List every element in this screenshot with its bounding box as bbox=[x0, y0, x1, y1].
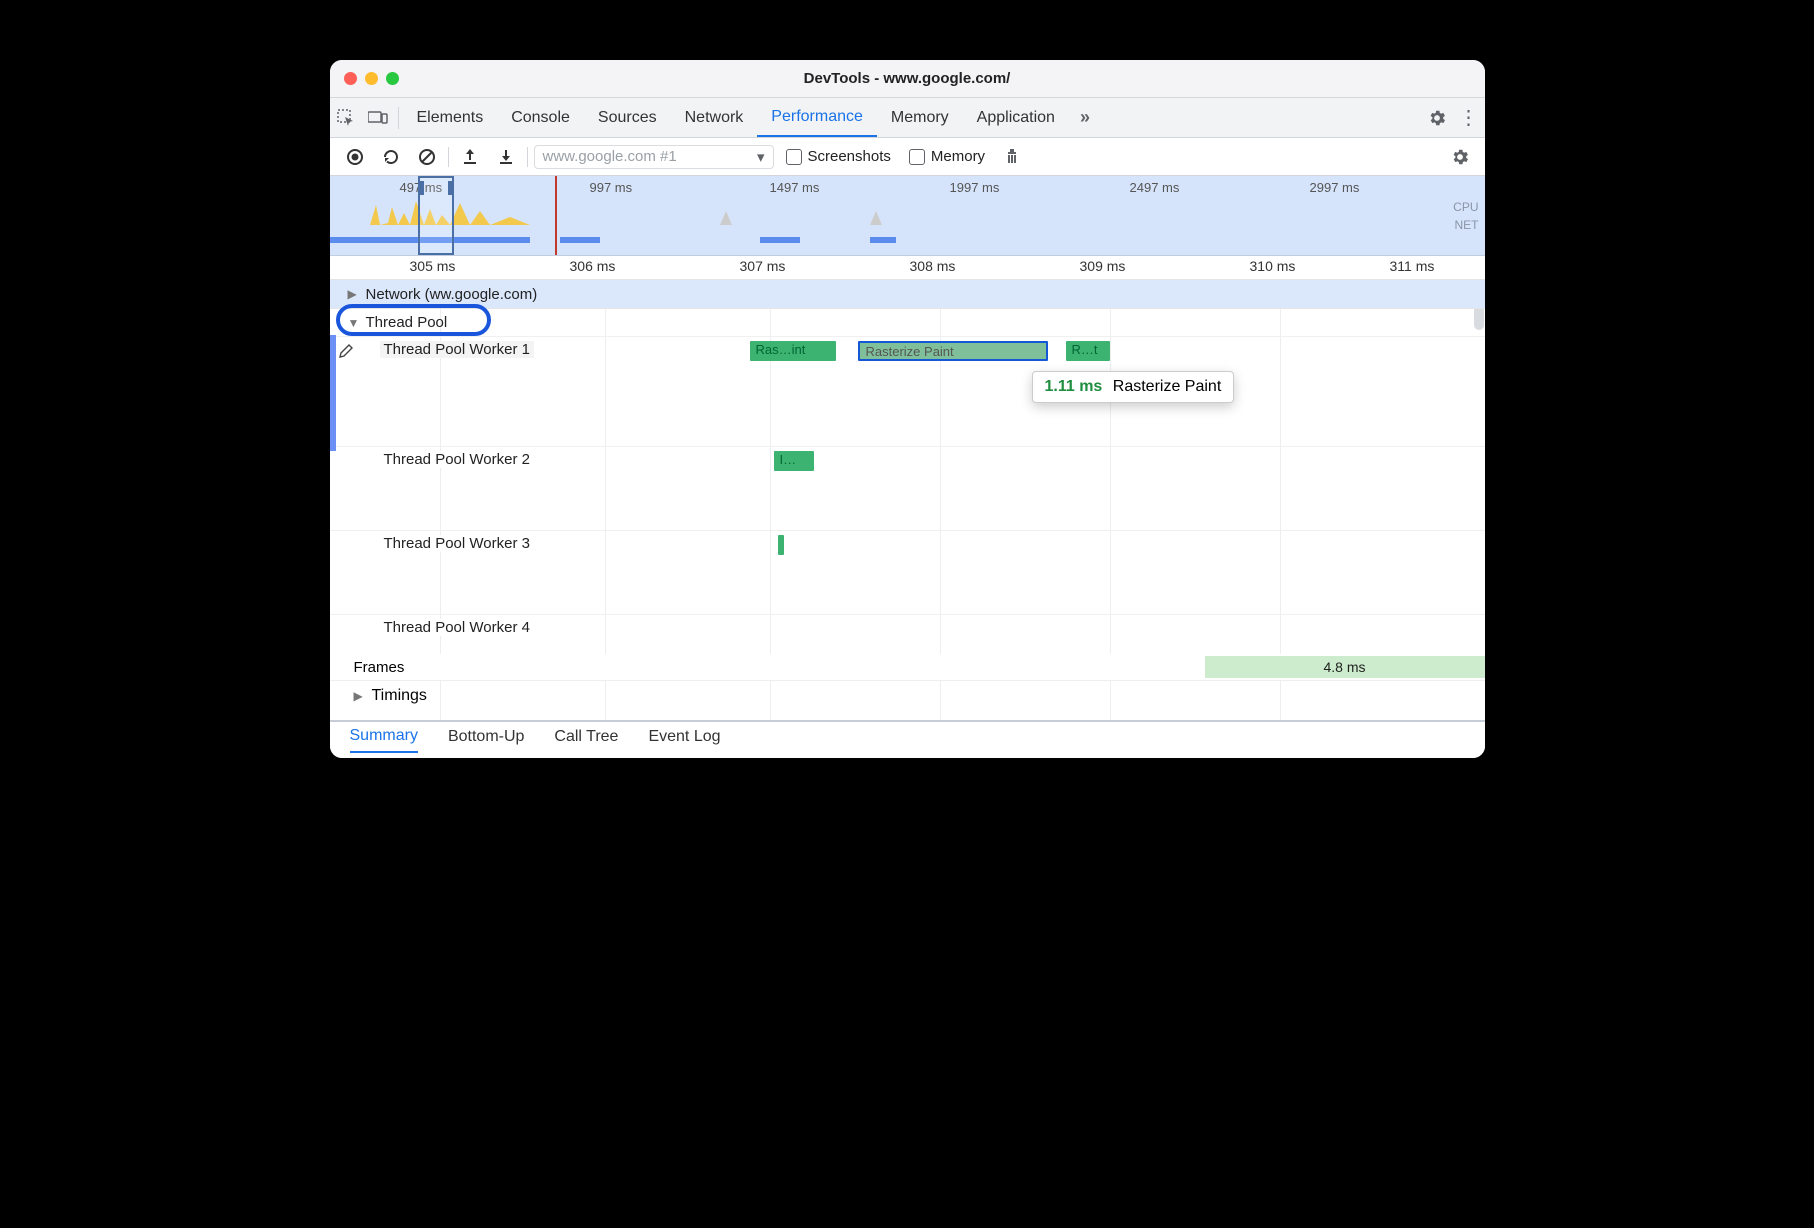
record-button-icon[interactable] bbox=[340, 148, 370, 166]
thread-label: Thread Pool Worker 3 bbox=[380, 535, 534, 552]
checkbox-icon bbox=[786, 149, 802, 165]
network-track-label: Network (ww.google.com) bbox=[366, 286, 538, 303]
tooltip-name: Rasterize Paint bbox=[1113, 378, 1222, 395]
recording-selector[interactable]: www.google.com #1 ▾ bbox=[534, 145, 774, 169]
timeline-overview[interactable]: 497 ms 997 ms 1497 ms 1997 ms 2497 ms 29… bbox=[330, 176, 1485, 256]
overview-net-bar bbox=[870, 237, 896, 243]
flame-event-selected[interactable]: Rasterize Paint bbox=[858, 341, 1048, 361]
ruler-tick: 306 ms bbox=[570, 258, 616, 274]
clear-icon[interactable] bbox=[412, 148, 442, 166]
ruler-tick: 308 ms bbox=[910, 258, 956, 274]
overview-tick: 997 ms bbox=[590, 180, 633, 195]
timings-track-header[interactable]: ▶ Timings bbox=[330, 680, 1485, 710]
flame-event[interactable] bbox=[778, 535, 784, 555]
frames-track[interactable]: Frames 4.8 ms bbox=[330, 654, 1485, 680]
tooltip-duration: 1.11 ms bbox=[1045, 378, 1103, 395]
frame-bar[interactable]: 4.8 ms bbox=[1205, 656, 1485, 678]
tab-summary[interactable]: Summary bbox=[350, 727, 418, 753]
annotation-highlight bbox=[336, 304, 491, 336]
reload-record-icon[interactable] bbox=[376, 148, 406, 166]
window-title: DevTools - www.google.com/ bbox=[330, 70, 1485, 87]
event-tooltip: 1.11 ms Rasterize Paint bbox=[1032, 371, 1235, 403]
overview-tick: 2497 ms bbox=[1130, 180, 1180, 195]
details-tabs: Summary Bottom-Up Call Tree Event Log bbox=[330, 720, 1485, 758]
garbage-collect-icon[interactable] bbox=[997, 147, 1027, 167]
tab-application[interactable]: Application bbox=[963, 98, 1069, 137]
track-select-stripe bbox=[330, 335, 336, 451]
device-toolbar-icon[interactable] bbox=[362, 102, 394, 134]
disclosure-right-icon: ▶ bbox=[348, 287, 362, 301]
memory-checkbox[interactable]: Memory bbox=[903, 148, 991, 165]
overview-cpu-activity bbox=[720, 197, 740, 225]
flame-chart-area[interactable]: ▶ Network (ww.google.com) ▼ Thread Pool … bbox=[330, 280, 1485, 720]
tab-memory[interactable]: Memory bbox=[877, 98, 963, 137]
thread-worker-1-row[interactable]: Thread Pool Worker 1 Ras…int Rasterize P… bbox=[330, 336, 1485, 446]
overview-cpu-activity bbox=[870, 197, 890, 225]
checkbox-icon bbox=[909, 149, 925, 165]
ruler-tick: 311 ms bbox=[1390, 258, 1435, 274]
tab-performance[interactable]: Performance bbox=[757, 98, 877, 137]
screenshots-label: Screenshots bbox=[808, 148, 891, 165]
tab-console[interactable]: Console bbox=[497, 98, 584, 137]
tab-elements[interactable]: Elements bbox=[403, 98, 498, 137]
titlebar: DevTools - www.google.com/ bbox=[330, 60, 1485, 98]
tab-network[interactable]: Network bbox=[671, 98, 758, 137]
screenshots-checkbox[interactable]: Screenshots bbox=[780, 148, 897, 165]
overview-range-handle[interactable] bbox=[418, 176, 454, 255]
thread-worker-4-row[interactable]: Thread Pool Worker 4 bbox=[330, 614, 1485, 654]
frames-label: Frames bbox=[354, 659, 405, 676]
overview-tick: 2997 ms bbox=[1310, 180, 1360, 195]
edit-icon[interactable] bbox=[338, 343, 354, 359]
overview-net-bar bbox=[560, 237, 600, 243]
disclosure-right-icon: ▶ bbox=[354, 689, 368, 703]
memory-label: Memory bbox=[931, 148, 985, 165]
flame-event[interactable]: R…t bbox=[1066, 341, 1110, 361]
overview-tick: 1997 ms bbox=[950, 180, 1000, 195]
thread-label: Thread Pool Worker 2 bbox=[380, 451, 534, 468]
tab-event-log[interactable]: Event Log bbox=[648, 728, 720, 752]
ruler-tick: 305 ms bbox=[410, 258, 456, 274]
network-track-header[interactable]: ▶ Network (ww.google.com) bbox=[330, 280, 1485, 308]
flame-event[interactable]: I… bbox=[774, 451, 814, 471]
overview-side-labels: CPU NET bbox=[1453, 198, 1478, 234]
thread-worker-3-row[interactable]: Thread Pool Worker 3 bbox=[330, 530, 1485, 614]
tab-bottom-up[interactable]: Bottom-Up bbox=[448, 728, 524, 752]
download-profile-icon[interactable] bbox=[491, 148, 521, 166]
timings-label: Timings bbox=[372, 687, 427, 705]
overview-tick: 1497 ms bbox=[770, 180, 820, 195]
flame-event[interactable]: Ras…int bbox=[750, 341, 836, 361]
settings-gear-icon[interactable] bbox=[1421, 102, 1453, 134]
thread-worker-2-row[interactable]: Thread Pool Worker 2 I… bbox=[330, 446, 1485, 530]
threadpool-track-header[interactable]: ▼ Thread Pool bbox=[330, 308, 1485, 336]
capture-settings-gear-icon[interactable] bbox=[1445, 147, 1475, 167]
upload-profile-icon[interactable] bbox=[455, 148, 485, 166]
overview-marker bbox=[555, 176, 557, 255]
performance-toolbar: www.google.com #1 ▾ Screenshots Memory bbox=[330, 138, 1485, 176]
timeline-ruler[interactable]: 305 ms 306 ms 307 ms 308 ms 309 ms 310 m… bbox=[330, 256, 1485, 280]
chevron-down-icon: ▾ bbox=[757, 148, 765, 166]
ruler-tick: 310 ms bbox=[1250, 258, 1296, 274]
thread-label: Thread Pool Worker 1 bbox=[380, 341, 534, 358]
ruler-tick: 307 ms bbox=[740, 258, 786, 274]
kebab-menu-icon[interactable]: ⋮ bbox=[1453, 102, 1485, 134]
frame-duration: 4.8 ms bbox=[1323, 659, 1365, 675]
panel-tabs: Elements Console Sources Network Perform… bbox=[330, 98, 1485, 138]
ruler-tick: 309 ms bbox=[1080, 258, 1126, 274]
more-tabs-icon[interactable]: » bbox=[1069, 102, 1101, 134]
thread-label: Thread Pool Worker 4 bbox=[380, 619, 534, 636]
tab-sources[interactable]: Sources bbox=[584, 98, 671, 137]
devtools-window: DevTools - www.google.com/ Elements Cons… bbox=[330, 60, 1485, 758]
recording-selector-label: www.google.com #1 bbox=[543, 148, 677, 165]
inspect-element-icon[interactable] bbox=[330, 102, 362, 134]
overview-net-bar bbox=[760, 237, 800, 243]
overview-cpu-activity bbox=[370, 195, 550, 225]
tab-call-tree[interactable]: Call Tree bbox=[554, 728, 618, 752]
